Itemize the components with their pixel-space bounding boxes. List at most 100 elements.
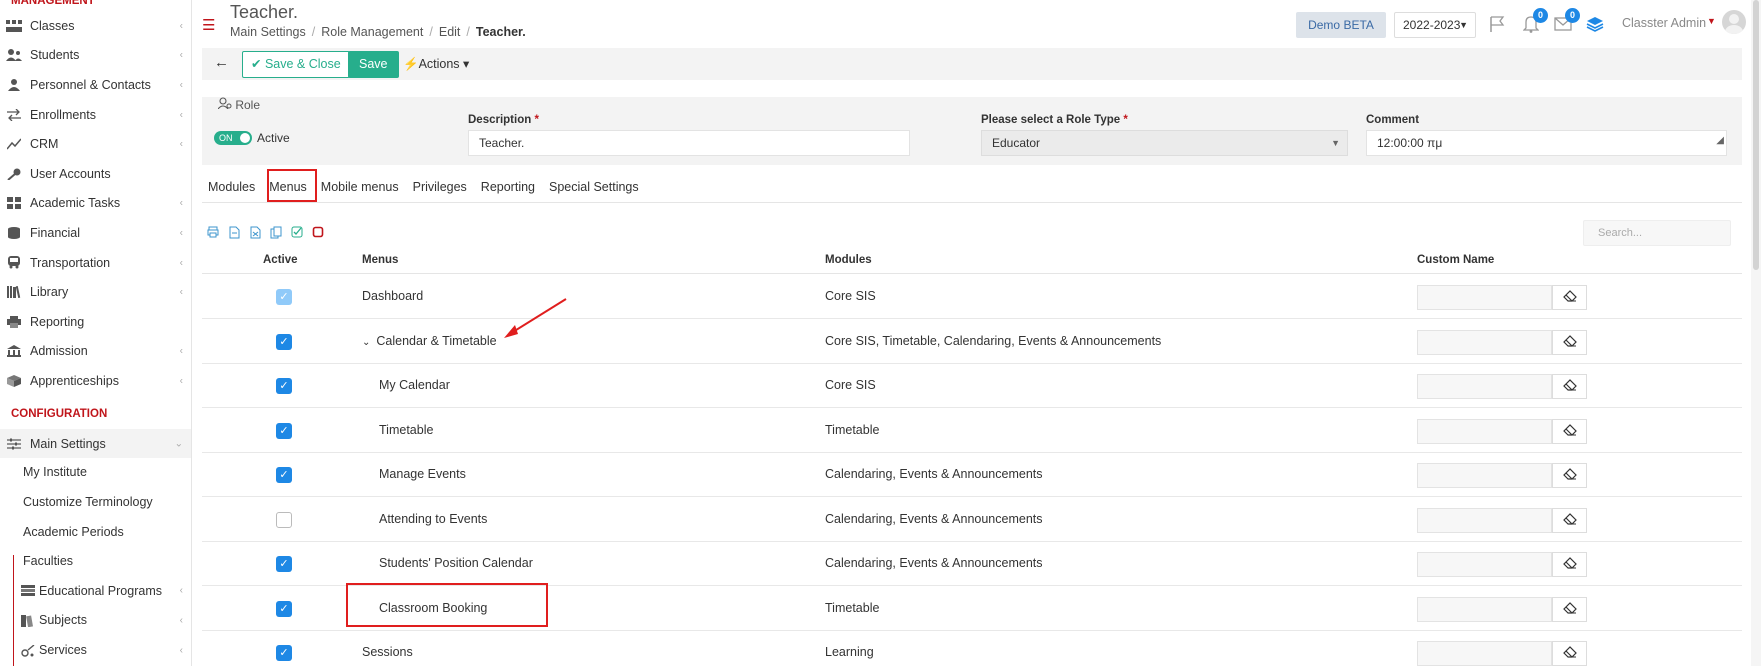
resize-handle-icon[interactable]: ◢ <box>1716 129 1724 153</box>
custom-name-input[interactable] <box>1417 463 1552 488</box>
year-select[interactable]: 2022-2023 ▼ <box>1394 12 1476 38</box>
sidebar-item-main-settings[interactable]: Main Settings ⌄ <box>0 428 191 459</box>
sidebar-item-personnel-contacts[interactable]: Personnel & Contacts ‹ <box>0 70 191 100</box>
custom-name-input[interactable] <box>1417 418 1552 444</box>
active-checkbox[interactable]: ✓ <box>276 600 292 617</box>
scrollbar-thumb[interactable] <box>1753 0 1759 270</box>
custom-name-input[interactable] <box>1417 507 1552 533</box>
sidebar-item-transportation[interactable]: Transportation ‹ <box>0 248 191 278</box>
sidebar-item-label: Financial <box>30 225 81 240</box>
table-row: ✓ Sessions Learning <box>202 631 1742 666</box>
actions-dropdown[interactable]: ⚡Actions ▾ <box>403 56 469 72</box>
eraser-button[interactable] <box>1552 596 1587 622</box>
custom-name-input[interactable] <box>1417 285 1552 310</box>
eraser-button[interactable] <box>1552 463 1587 488</box>
sidebar-item-reporting[interactable]: Reporting <box>0 307 191 337</box>
scrollbar[interactable] <box>1751 0 1761 666</box>
avatar[interactable] <box>1722 10 1746 34</box>
sidebar-subitem-my-institute[interactable]: My Institute <box>0 458 191 488</box>
description-input[interactable]: Teacher. <box>468 130 910 156</box>
sidebar-item-classes[interactable]: Classes ‹ <box>0 11 191 41</box>
eraser-button[interactable] <box>1552 641 1587 666</box>
custom-name-input[interactable] <box>1417 552 1552 577</box>
sidebar-item-enrollments[interactable]: Enrollments ‹ <box>0 100 191 130</box>
tab-privileges[interactable]: Privileges <box>407 176 475 202</box>
flag-icon[interactable] <box>1486 13 1508 35</box>
bell-icon[interactable]: 0 <box>1520 8 1548 35</box>
active-checkbox[interactable]: ✓ <box>276 467 292 483</box>
sidebar-subitem-educational-programs[interactable]: Educational Programs ‹ <box>0 577 191 607</box>
col-active[interactable]: Active <box>263 254 298 266</box>
sidebar-item-students[interactable]: Students ‹ <box>0 41 191 71</box>
print-icon[interactable] <box>205 224 221 240</box>
sidebar-item-library[interactable]: Library ‹ <box>0 277 191 307</box>
active-checkbox[interactable]: ✓ <box>276 333 292 350</box>
tab-mobile-menus[interactable]: Mobile menus <box>315 176 407 202</box>
sidebar-item-academic-tasks[interactable]: Academic Tasks ‹ <box>0 189 191 219</box>
breadcrumb-edit[interactable]: Edit <box>439 25 461 39</box>
sliders-icon <box>5 437 23 451</box>
file-excel-icon[interactable] <box>247 224 263 240</box>
search-input[interactable]: Search... <box>1583 220 1731 246</box>
breadcrumb-role-management[interactable]: Role Management <box>321 25 423 39</box>
check-square-icon[interactable] <box>289 224 305 240</box>
save-close-button[interactable]: ✔ Save & Close <box>242 51 350 78</box>
uncheck-square-icon[interactable] <box>310 224 326 240</box>
sidebar-subitem-customize-terminology[interactable]: Customize Terminology <box>0 488 191 518</box>
eraser-button[interactable] <box>1552 418 1587 444</box>
sidebar-item-financial[interactable]: Financial ‹ <box>0 218 191 248</box>
breadcrumb: Main Settings / Role Management / Edit / Te… <box>230 25 526 39</box>
custom-name-input[interactable] <box>1417 641 1552 666</box>
eraser-button[interactable] <box>1552 285 1587 310</box>
copy-icon[interactable] <box>268 224 284 240</box>
file-csv-icon[interactable] <box>226 224 242 240</box>
col-custom-name[interactable]: Custom Name <box>1417 254 1494 266</box>
breadcrumb-main-settings[interactable]: Main Settings <box>230 25 306 39</box>
sidebar-item-crm[interactable]: CRM ‹ <box>0 129 191 159</box>
chevron-left-icon: ‹ <box>179 257 183 269</box>
chevron-down-icon[interactable]: ⌄ <box>362 337 370 348</box>
eraser-icon <box>1562 512 1577 528</box>
sidebar-item-admission[interactable]: Admission ‹ <box>0 337 191 367</box>
sidebar-subitem-subjects[interactable]: Subjects ‹ <box>0 606 191 636</box>
hamburger-menu-icon[interactable]: ☰ <box>202 18 215 33</box>
envelope-icon[interactable]: 0 <box>1552 8 1580 35</box>
sidebar-subitem-academic-periods[interactable]: Academic Periods <box>0 518 191 548</box>
sidebar-item-user-accounts[interactable]: User Accounts <box>0 159 191 189</box>
sidebar-subitem-services[interactable]: Services ‹ <box>0 636 191 666</box>
sidebar-subitem-faculties[interactable]: Faculties <box>0 547 191 577</box>
menu-name: Timetable <box>379 422 434 437</box>
col-menus[interactable]: Menus <box>362 254 398 266</box>
save-button[interactable]: Save <box>348 51 399 78</box>
comment-textarea[interactable]: 12:00:00 πμ ◢ <box>1366 130 1727 156</box>
user-name[interactable]: Classter Admin <box>1622 16 1706 30</box>
tab-reporting[interactable]: Reporting <box>475 176 543 202</box>
back-arrow-icon[interactable]: ← <box>214 54 229 71</box>
eraser-button[interactable] <box>1552 507 1587 533</box>
col-modules[interactable]: Modules <box>825 254 872 266</box>
chevron-left-icon: ‹ <box>179 644 183 656</box>
demo-badge[interactable]: Demo BETA <box>1296 12 1386 38</box>
active-checkbox[interactable]: ✓ <box>276 378 292 394</box>
active-checkbox[interactable]: ✓ <box>276 289 292 305</box>
caret-down-icon[interactable]: ▼ <box>1707 16 1716 26</box>
sidebar-item-apprenticeships[interactable]: Apprenticeships ‹ <box>0 366 191 396</box>
active-checkbox[interactable]: ✓ <box>276 422 292 439</box>
eraser-icon <box>1562 557 1577 572</box>
active-toggle[interactable]: ON <box>214 131 252 145</box>
menu-name: My Calendar <box>379 378 450 392</box>
layers-icon[interactable] <box>1584 13 1606 35</box>
active-checkbox[interactable] <box>276 511 292 528</box>
custom-name-input[interactable] <box>1417 374 1552 399</box>
active-checkbox[interactable]: ✓ <box>276 645 292 661</box>
eraser-button[interactable] <box>1552 374 1587 399</box>
eraser-button[interactable] <box>1552 329 1587 355</box>
role-type-select[interactable]: Educator ▼ <box>981 130 1348 156</box>
eraser-button[interactable] <box>1552 552 1587 577</box>
active-checkbox[interactable]: ✓ <box>276 556 292 572</box>
tab-modules[interactable]: Modules <box>202 176 263 202</box>
module-name: Timetable <box>825 422 880 437</box>
tab-special-settings[interactable]: Special Settings <box>543 176 647 202</box>
custom-name-input[interactable] <box>1417 329 1552 355</box>
custom-name-input[interactable] <box>1417 596 1552 622</box>
